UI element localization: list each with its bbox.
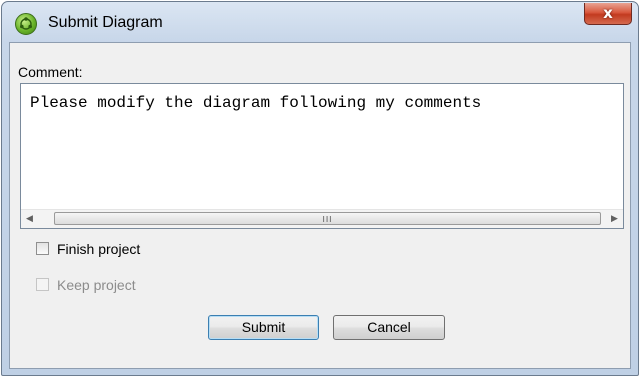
close-icon: x [603, 4, 613, 22]
window-title: Submit Diagram [48, 14, 163, 31]
scroll-right-icon[interactable]: ▶ [606, 210, 623, 228]
app-icon [15, 13, 37, 35]
grip-icon: III [322, 215, 333, 224]
scroll-left-icon[interactable]: ◀ [21, 210, 38, 228]
comment-text[interactable]: Please modify the diagram following my c… [30, 94, 481, 112]
comment-textarea[interactable]: Please modify the diagram following my c… [20, 83, 624, 229]
comment-label: Comment: [18, 64, 83, 80]
horizontal-scrollbar[interactable]: ◀ III ▶ [21, 209, 623, 228]
scrollbar-thumb[interactable]: III [54, 212, 601, 225]
title-bar[interactable]: Submit Diagram x [2, 2, 638, 42]
finish-project-checkbox[interactable] [36, 242, 49, 255]
submit-button[interactable]: Submit [208, 315, 319, 340]
close-button[interactable]: x [584, 3, 632, 25]
keep-project-checkbox [36, 278, 49, 291]
keep-project-label: Keep project [57, 277, 136, 293]
finish-project-label[interactable]: Finish project [57, 241, 140, 257]
cancel-button[interactable]: Cancel [333, 315, 445, 340]
